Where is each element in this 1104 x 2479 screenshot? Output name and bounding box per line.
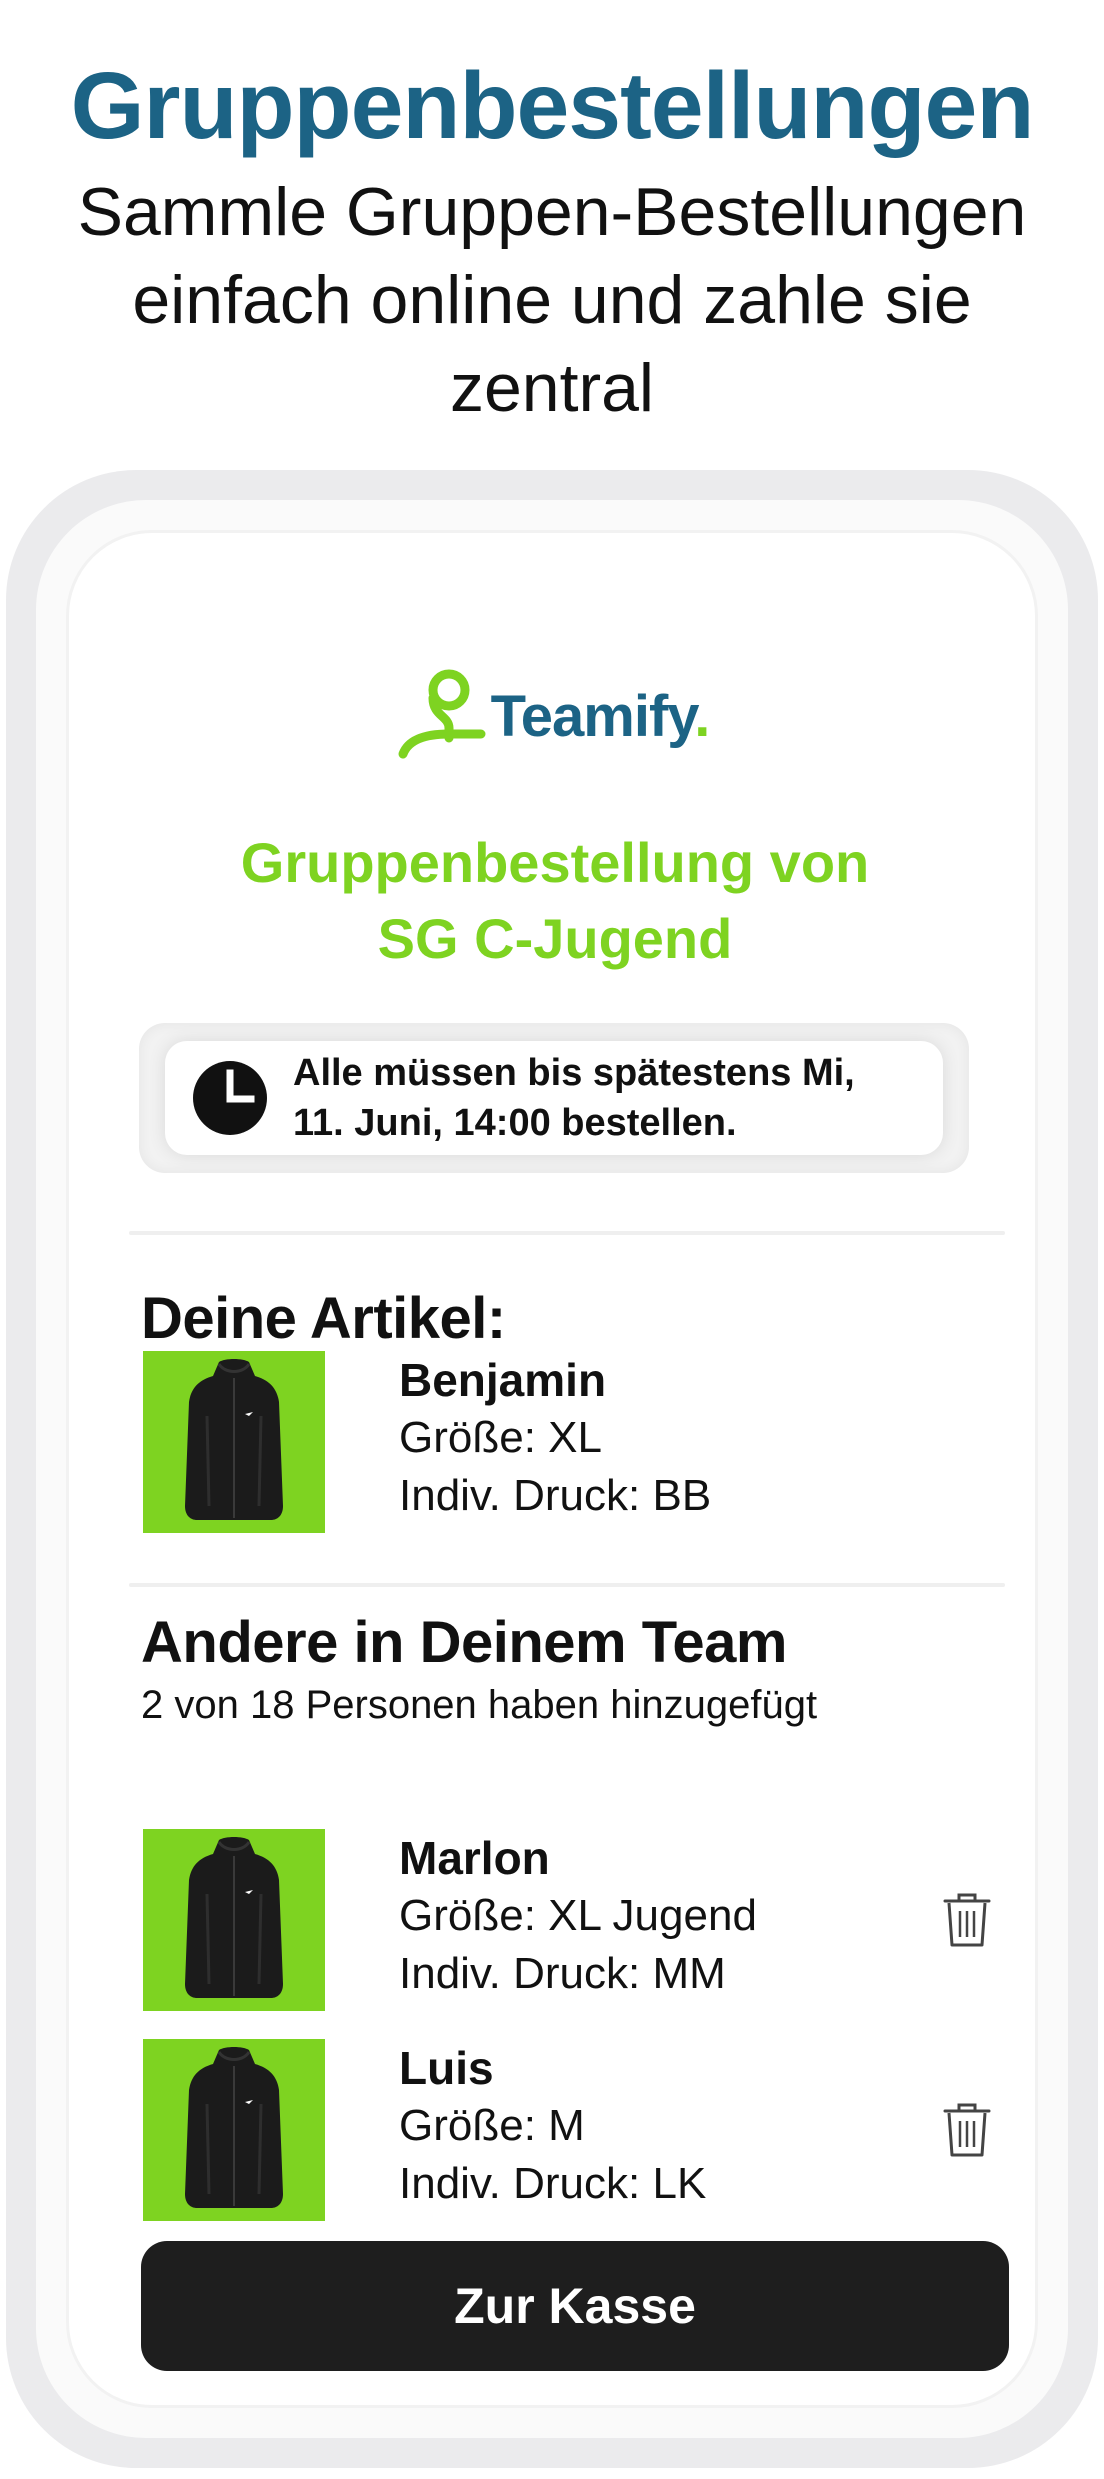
item-size: Größe: XL [399,1413,602,1462]
deadline-line1: Alle müssen bis spätestens Mi, [293,1052,855,1094]
team-item-row: Marlon Größe: XL Jugend Indiv. Druck: MM [143,1829,1003,2011]
logo-wordmark: Teamify. [490,683,711,750]
clock-icon [193,1061,267,1135]
my-item-row: Benjamin Größe: XL Indiv. Druck: BB [143,1351,1003,1533]
deadline-line2: 11. Juni, 14:00 bestellen. [293,1102,737,1144]
my-items-title: Deine Artikel: [141,1286,506,1351]
deadline-card: Alle müssen bis spätestens Mi, 11. Juni,… [165,1041,943,1155]
deadline-text: Alle müssen bis spätestens Mi, 11. Juni,… [293,1048,943,1148]
phone-frame: Teamify. Gruppenbestellung von SG C-Juge… [36,500,1068,2438]
logo-text: Teamify [490,683,696,749]
phone-mockup: Teamify. Gruppenbestellung von SG C-Juge… [6,470,1098,2468]
deadline-notice: Alle müssen bis spätestens Mi, 11. Juni,… [139,1023,969,1173]
checkout-button[interactable]: Zur Kasse [141,2241,1009,2371]
product-thumbnail [143,1351,325,1533]
item-print: Indiv. Druck: BB [399,1471,712,1520]
order-title-line2: SG C-Jugend [377,907,733,970]
team-title: Andere in Deinem Team [141,1610,787,1675]
product-thumbnail [143,2039,325,2221]
item-print: Indiv. Druck: LK [399,2159,707,2208]
item-name: Benjamin [399,1354,607,1406]
item-name: Luis [399,2042,494,2094]
jacket-icon [185,1359,283,1520]
phone-screen: Teamify. Gruppenbestellung von SG C-Juge… [66,530,1038,2408]
teamify-logo: Teamify. [69,661,1035,771]
trash-icon[interactable] [941,1891,993,1949]
item-details: Luis Größe: M Indiv. Druck: LK [399,2039,919,2213]
item-name: Marlon [399,1832,550,1884]
item-size: Größe: XL Jugend [399,1891,757,1940]
order-title-line1: Gruppenbestellung von [240,831,870,894]
item-details: Benjamin Größe: XL Indiv. Druck: BB [399,1351,919,1525]
order-title: Gruppenbestellung von SG C-Jugend [109,825,1001,977]
product-thumbnail [143,1829,325,2011]
divider [129,1231,1005,1235]
page-subline: Sammle Gruppen-Bestellungen einfach onli… [77,174,1027,426]
teamify-logo-icon [398,669,486,759]
jacket-icon [185,2047,283,2208]
logo-dot: . [694,683,710,749]
item-print: Indiv. Druck: MM [399,1949,726,1998]
trash-icon[interactable] [941,2101,993,2159]
page-headline: Gruppenbestellungen [70,53,1035,159]
jacket-icon [185,1837,283,1998]
team-subtitle: 2 von 18 Personen haben hinzugefügt [141,1683,818,1727]
item-size: Größe: M [399,2101,585,2150]
item-details: Marlon Größe: XL Jugend Indiv. Druck: MM [399,1829,919,2003]
divider [129,1583,1005,1587]
team-item-row: Luis Größe: M Indiv. Druck: LK [143,2039,1003,2221]
